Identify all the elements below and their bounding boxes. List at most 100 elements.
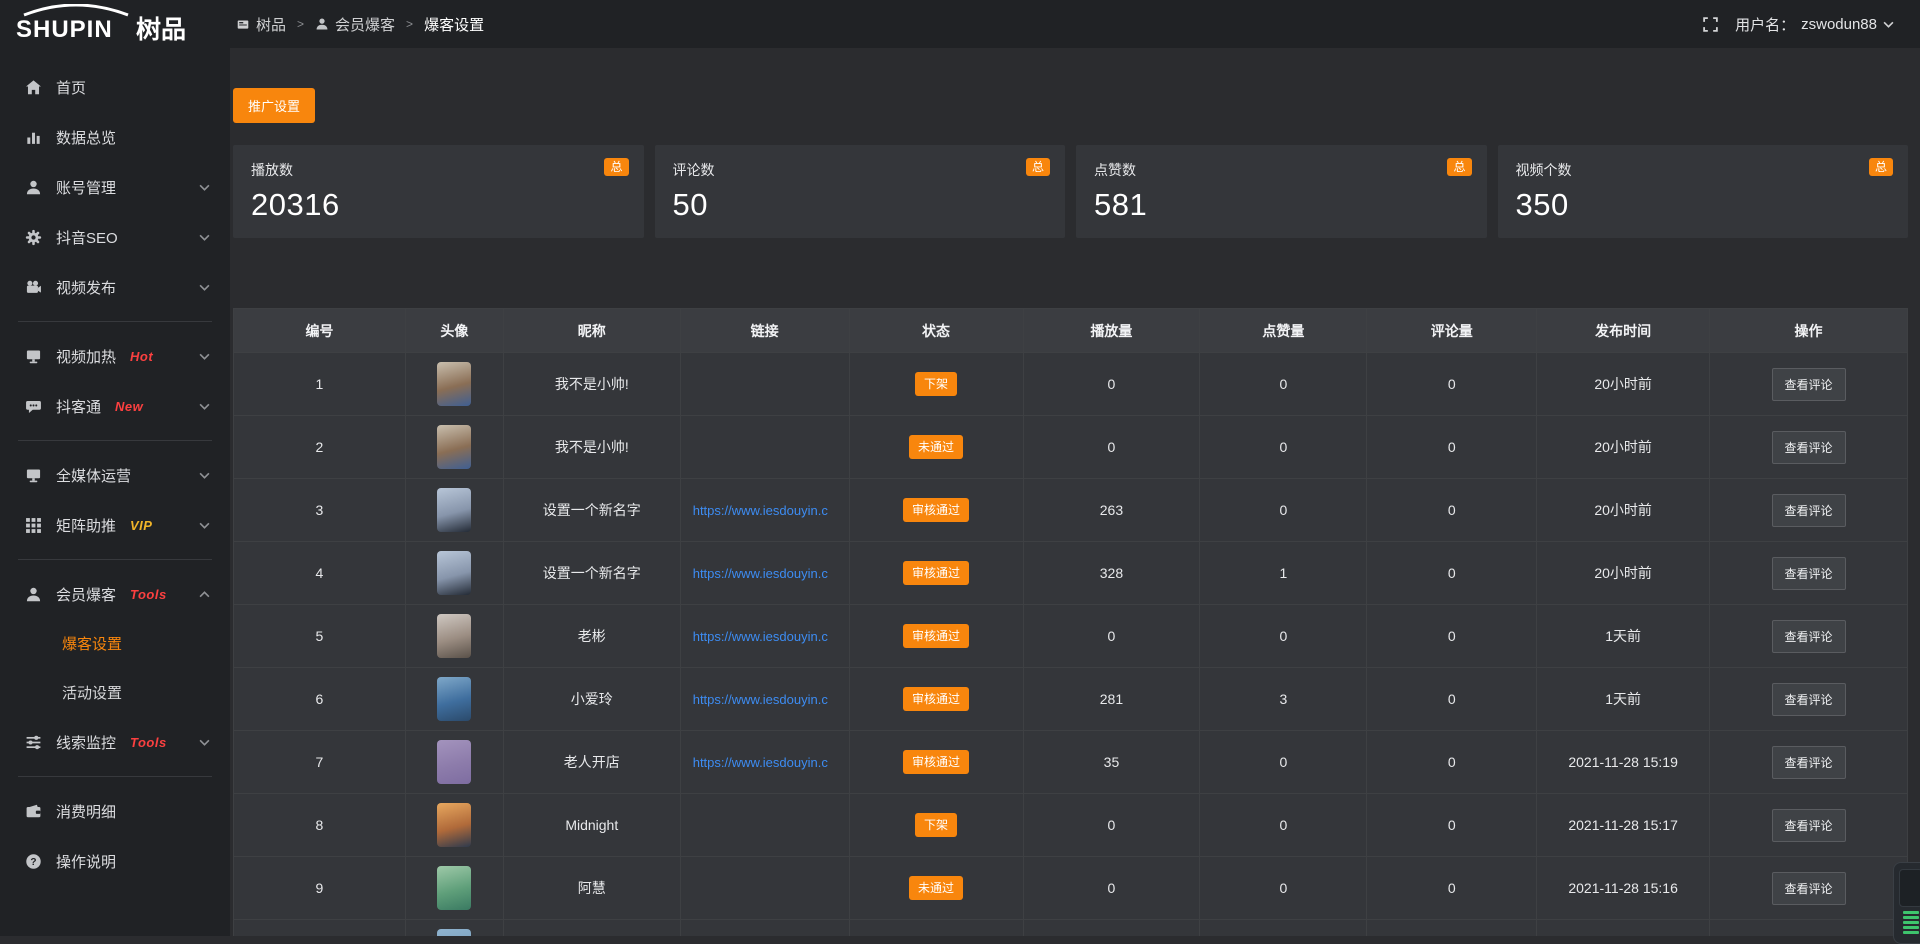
view-comments-button[interactable]: 查看评论: [1772, 683, 1846, 716]
avatar: [437, 425, 471, 469]
cell-likes: 3: [1200, 668, 1367, 731]
cell-avatar: [405, 794, 503, 857]
cell-nickname: 老彬: [503, 605, 680, 668]
status-tag[interactable]: 审核通过: [903, 687, 969, 711]
app-logo: SHUPIN 树品: [0, 0, 230, 48]
sidebar-subitem-baoke-settings[interactable]: 爆客设置: [0, 619, 230, 668]
cell-action: [1710, 920, 1908, 937]
window-icon: [236, 18, 250, 31]
view-comments-button[interactable]: 查看评论: [1772, 557, 1846, 590]
sidebar-divider: [18, 776, 212, 777]
view-comments-button[interactable]: 查看评论: [1772, 746, 1846, 779]
cell-likes: 1: [1200, 542, 1367, 605]
status-tag[interactable]: 下架: [915, 813, 957, 837]
sidebar-item-label: 全媒体运营: [56, 465, 131, 486]
video-camera-icon: [25, 279, 42, 296]
status-tag[interactable]: 未通过: [909, 435, 963, 459]
cell-plays: 0: [1023, 605, 1200, 668]
status-tag[interactable]: 审核通过: [903, 498, 969, 522]
status-tag[interactable]: 审核通过: [903, 624, 969, 648]
cell-publish-time: 1天前: [1537, 668, 1710, 731]
view-comments-button[interactable]: 查看评论: [1772, 494, 1846, 527]
sidebar-item-media-operation[interactable]: 全媒体运营: [0, 450, 230, 500]
view-comments-button[interactable]: 查看评论: [1772, 620, 1846, 653]
stat-card-total-badge: 总: [604, 158, 628, 176]
video-link[interactable]: https://www.iesdouyin.c: [687, 566, 843, 581]
sidebar-item-video-heat[interactable]: 视频加热Hot: [0, 331, 230, 381]
fullscreen-icon[interactable]: [1702, 16, 1719, 33]
cell-comments: 0: [1367, 857, 1537, 920]
sidebar-item-video-publish[interactable]: 视频发布: [0, 262, 230, 312]
view-comments-button[interactable]: 查看评论: [1772, 809, 1846, 842]
cell-id: 3: [234, 479, 406, 542]
shupin-logo-icon: SHUPIN 树品: [14, 4, 210, 44]
column-header-状态: 状态: [849, 309, 1023, 353]
chevron-down-icon: [199, 353, 210, 360]
sidebar-badge-vip: VIP: [130, 518, 152, 533]
widget-green-stripes: [1899, 911, 1920, 934]
records-table-wrap: 编号头像昵称链接状态播放量点赞量评论量发布时间操作1我不是小帅!下架00020小…: [233, 308, 1908, 936]
chevron-down-icon: [199, 472, 210, 479]
widget-stripe: [1903, 911, 1919, 914]
stat-card-label: 播放数: [251, 160, 626, 180]
cell-status: 审核通过: [849, 605, 1023, 668]
cell-avatar: [405, 479, 503, 542]
view-comments-button[interactable]: 查看评论: [1772, 431, 1846, 464]
cell-link: https://www.iesdouyin.c: [680, 542, 849, 605]
cell-avatar: [405, 668, 503, 731]
video-link[interactable]: https://www.iesdouyin.c: [687, 692, 843, 707]
sidebar-item-home[interactable]: 首页: [0, 62, 230, 112]
video-link[interactable]: https://www.iesdouyin.c: [687, 503, 843, 518]
stats-cards-row: 播放数总20316评论数总50点赞数总581视频个数总350: [233, 145, 1908, 238]
column-header-操作: 操作: [1710, 309, 1908, 353]
sidebar-item-matrix-boost[interactable]: 矩阵助推VIP: [0, 500, 230, 550]
table-row: 2我不是小帅!未通过00020小时前查看评论: [234, 416, 1908, 479]
cell-id: 8: [234, 794, 406, 857]
cell-plays: 263: [1023, 479, 1200, 542]
table-row: 7老人开店https://www.iesdouyin.c审核通过35002021…: [234, 731, 1908, 794]
cell-publish-time: 2021-11-28 15:19: [1537, 731, 1710, 794]
user-icon: [25, 179, 42, 196]
user-menu[interactable]: 用户名：zswodun88: [1735, 14, 1894, 35]
cell-link: https://www.iesdouyin.c: [680, 605, 849, 668]
sidebar-subitem-activity-settings[interactable]: 活动设置: [0, 668, 230, 717]
table-row: 4设置一个新名字https://www.iesdouyin.c审核通过32810…: [234, 542, 1908, 605]
cell-action: 查看评论: [1710, 731, 1908, 794]
sidebar-item-operation-guide[interactable]: ?操作说明: [0, 836, 230, 886]
sidebar-item-clue-monitor[interactable]: 线索监控Tools: [0, 717, 230, 767]
wallet-icon: [25, 803, 42, 820]
breadcrumb-item-item[interactable]: 树品: [236, 14, 286, 35]
cell-action: 查看评论: [1710, 542, 1908, 605]
breadcrumb-item-baoke-settings[interactable]: 爆客设置: [424, 14, 484, 35]
column-header-点赞量: 点赞量: [1200, 309, 1367, 353]
main-content: 推广设置 播放数总20316评论数总50点赞数总581视频个数总350 编号头像…: [230, 48, 1920, 936]
promo-settings-button[interactable]: 推广设置: [233, 88, 315, 123]
cell-likes: 0: [1200, 416, 1367, 479]
sidebar-item-member-baoke[interactable]: 会员爆客Tools: [0, 569, 230, 619]
status-tag[interactable]: 审核通过: [903, 561, 969, 585]
video-link[interactable]: https://www.iesdouyin.c: [687, 755, 843, 770]
sidebar-item-data-overview[interactable]: 数据总览: [0, 112, 230, 162]
view-comments-button[interactable]: 查看评论: [1772, 872, 1846, 905]
sidebar-item-douketong[interactable]: 抖客通New: [0, 381, 230, 431]
widget-stripe: [1903, 916, 1919, 919]
status-tag[interactable]: 审核通过: [903, 750, 969, 774]
chevron-down-icon: [199, 403, 210, 410]
cell-link: https://www.iesdouyin.c: [680, 731, 849, 794]
video-link[interactable]: https://www.iesdouyin.c: [687, 629, 843, 644]
sidebar-item-account-manage[interactable]: 账号管理: [0, 162, 230, 212]
breadcrumb-item-member-baoke[interactable]: 会员爆客: [315, 14, 395, 35]
cell-link: [680, 416, 849, 479]
column-header-发布时间: 发布时间: [1537, 309, 1710, 353]
floating-service-widget[interactable]: [1893, 862, 1920, 944]
cell-likes: 0: [1200, 794, 1367, 857]
status-tag[interactable]: 下架: [915, 372, 957, 396]
cell-status: [849, 920, 1023, 937]
cell-plays: 0: [1023, 857, 1200, 920]
sidebar-item-douyin-seo[interactable]: 抖音SEO: [0, 212, 230, 262]
status-tag[interactable]: 未通过: [909, 876, 963, 900]
view-comments-button[interactable]: 查看评论: [1772, 368, 1846, 401]
stat-card-label: 评论数: [673, 160, 1048, 180]
cell-comments: 0: [1367, 353, 1537, 416]
sidebar-item-consume-detail[interactable]: 消费明细: [0, 786, 230, 836]
